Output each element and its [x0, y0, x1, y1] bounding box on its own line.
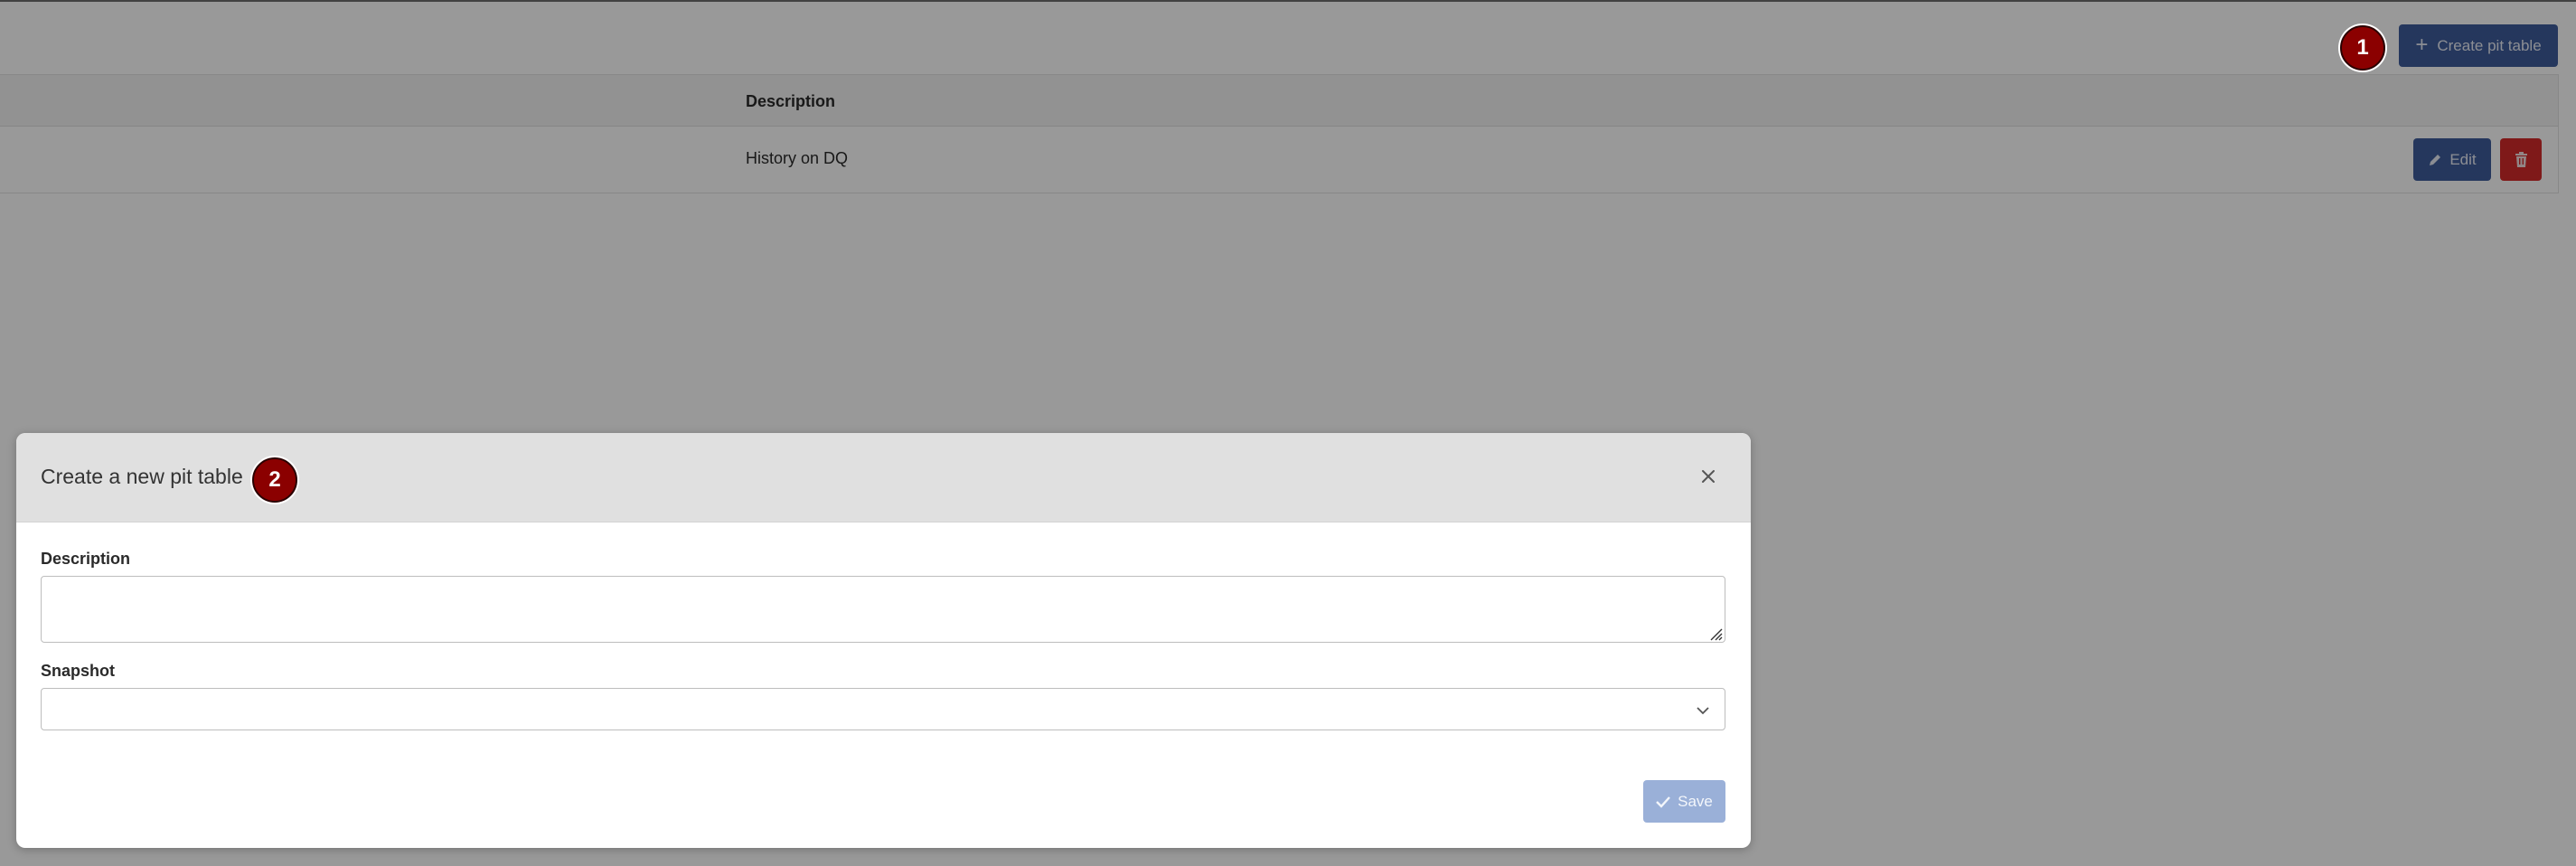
close-icon [1702, 470, 1715, 483]
snapshot-select[interactable] [41, 688, 1725, 730]
save-label: Save [1678, 792, 1713, 810]
chevron-down-icon [1697, 707, 1709, 715]
description-label: Description [41, 550, 131, 568]
step-badge-2: 2 [252, 457, 297, 503]
description-textarea[interactable] [41, 576, 1725, 643]
modal-title: Create a new pit table [41, 465, 243, 488]
snapshot-label: Snapshot [41, 662, 116, 680]
check-icon [1656, 795, 1671, 808]
page: + Create pit table Description History o… [0, 0, 2576, 866]
resize-handle-icon[interactable] [1705, 623, 1723, 641]
close-button[interactable] [1696, 464, 1721, 489]
save-button[interactable]: Save [1643, 780, 1725, 823]
step-badge-1: 1 [2340, 25, 2385, 71]
